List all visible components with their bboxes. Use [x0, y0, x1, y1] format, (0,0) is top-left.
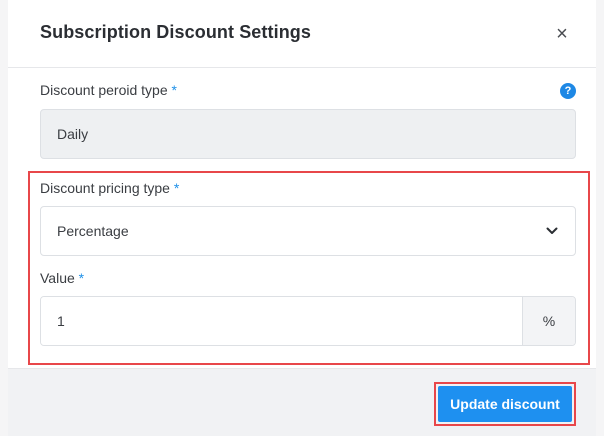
period-type-label: Discount peroid type *: [40, 82, 177, 98]
value-input-group: %: [40, 296, 576, 346]
required-marker: *: [78, 270, 85, 286]
chevron-down-icon: [545, 224, 559, 238]
help-icon[interactable]: ?: [560, 83, 576, 99]
dialog-header: Subscription Discount Settings ×: [8, 0, 596, 68]
pricing-type-label: Discount pricing type *: [40, 180, 179, 196]
period-type-value: Daily: [57, 126, 89, 142]
pricing-type-selected: Percentage: [57, 223, 129, 239]
highlight-box-update: Update discount: [434, 382, 576, 426]
value-label: Value *: [40, 270, 84, 286]
period-type-label-text: Discount peroid type: [40, 82, 168, 98]
close-button[interactable]: ×: [550, 22, 574, 46]
period-type-field: Daily: [40, 109, 576, 159]
pricing-type-select[interactable]: Percentage: [40, 206, 576, 256]
dialog-footer: Update discount: [8, 368, 596, 436]
help-symbol: ?: [564, 85, 572, 97]
dialog-title: Subscription Discount Settings: [40, 22, 312, 42]
value-input[interactable]: [41, 297, 522, 345]
update-discount-button[interactable]: Update discount: [438, 386, 572, 422]
required-marker: *: [171, 82, 177, 98]
value-label-text: Value: [40, 270, 75, 286]
close-icon: ×: [556, 22, 568, 45]
pricing-type-label-text: Discount pricing type: [40, 180, 170, 196]
percent-suffix: %: [522, 297, 575, 345]
required-marker: *: [173, 180, 180, 196]
subscription-discount-dialog: Subscription Discount Settings × Discoun…: [8, 0, 596, 436]
